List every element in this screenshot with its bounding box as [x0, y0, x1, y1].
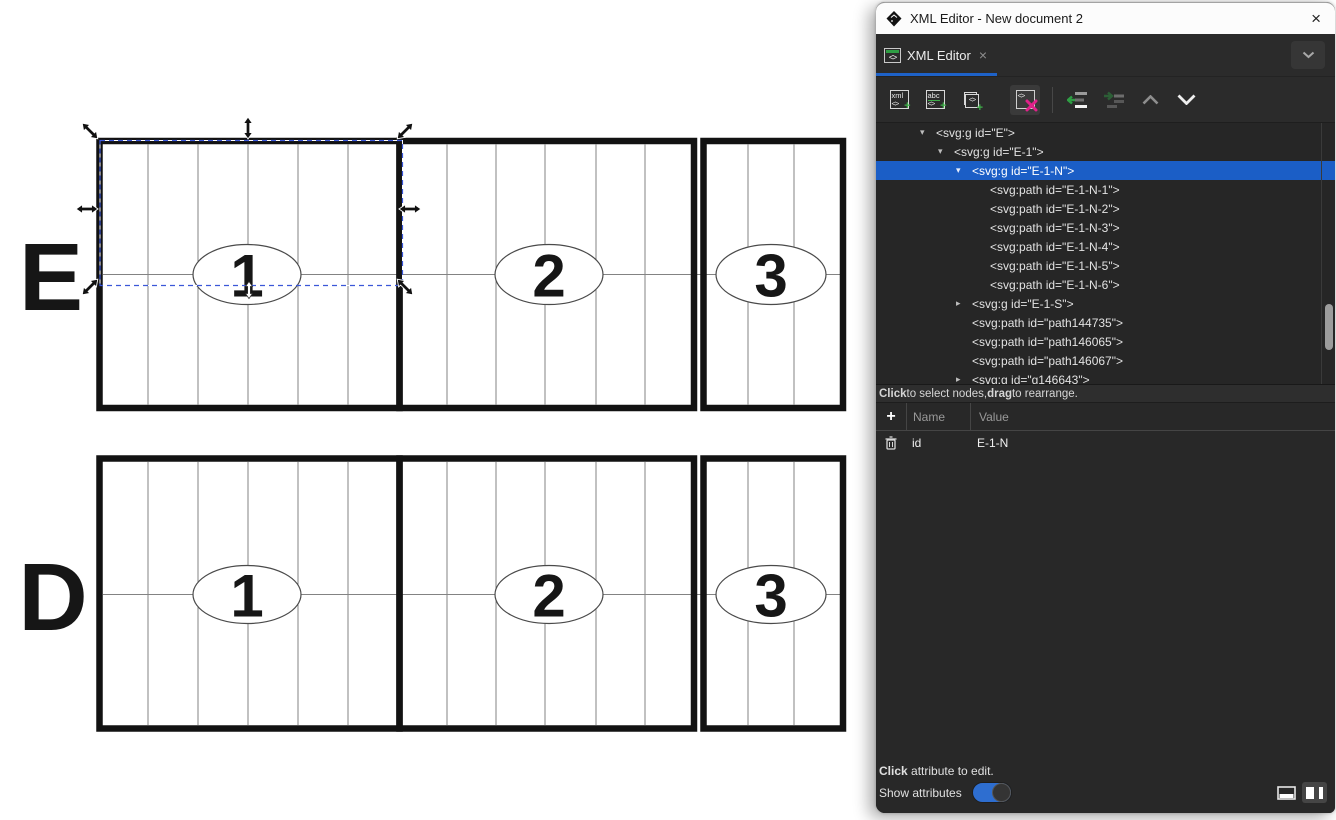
expander-closed-icon[interactable]: ▸ — [956, 298, 972, 309]
layout-rows-icon — [1277, 786, 1296, 800]
indent-node-icon — [1103, 91, 1125, 109]
tree-node-path-146067[interactable]: <svg:path id="path146067"> — [876, 351, 1335, 370]
drawing-canvas[interactable]: 1 2 3 1 2 3 E D — [0, 0, 876, 820]
dialog-title: XML Editor - New document 2 — [910, 11, 1309, 26]
tree-node-path-E-1-N-6[interactable]: <svg:path id="E-1-N-6"> — [876, 275, 1335, 294]
new-text-node-icon: abc <> + — [926, 90, 945, 109]
attribute-value[interactable]: E-1-N — [969, 436, 1335, 450]
move-node-up-button[interactable] — [1135, 85, 1165, 115]
attribute-hint: Click attribute to edit. — [879, 764, 1327, 778]
add-attribute-button[interactable]: + — [876, 403, 907, 430]
tree-node-g-E-1-S[interactable]: ▸ <svg:g id="E-1-S"> — [876, 294, 1335, 313]
xml-editor-dialog: XML Editor - New document 2 × <> XML Edi… — [876, 2, 1335, 813]
tree-hint-bar: Click to select nodes, drag to rearrange… — [876, 385, 1335, 403]
tree-node-path-E-1-N-4[interactable]: <svg:path id="E-1-N-4"> — [876, 237, 1335, 256]
dialog-footer: Click attribute to edit. Show attributes — [876, 760, 1335, 813]
attribute-name-header: Name — [907, 403, 971, 430]
row-e-cell-2-number: 2 — [532, 243, 565, 310]
tab-list-dropdown-button[interactable] — [1291, 41, 1325, 69]
row-e-labels[interactable]: 1 2 3 — [193, 243, 826, 310]
new-element-node-icon: xml <> + — [890, 90, 909, 109]
expander-open-icon[interactable]: ▾ — [920, 127, 936, 138]
show-attributes-label: Show attributes — [879, 786, 962, 800]
row-d-letter[interactable]: D — [18, 544, 87, 651]
dialog-titlebar[interactable]: XML Editor - New document 2 × — [876, 2, 1335, 34]
row-d-cell-3-number: 3 — [754, 563, 787, 630]
layout-columns-icon — [1305, 786, 1324, 800]
tree-node-path-146065[interactable]: <svg:path id="path146065"> — [876, 332, 1335, 351]
expander-closed-icon[interactable]: ▸ — [956, 374, 972, 385]
delete-attribute-button[interactable] — [876, 436, 906, 450]
tree-node-g-E[interactable]: ▾ <svg:g id="E"> — [876, 123, 1335, 142]
show-attributes-toggle[interactable] — [972, 782, 1012, 803]
row-d-cell-1-number: 1 — [230, 563, 263, 630]
dialog-tabbar: <> XML Editor × — [876, 34, 1335, 77]
indent-node-button[interactable] — [1099, 85, 1129, 115]
attribute-row-id[interactable]: id E-1-N — [876, 431, 1335, 454]
toggle-knob — [992, 783, 1011, 802]
tree-scrollbar[interactable] — [1321, 123, 1335, 384]
tab-label: XML Editor — [907, 48, 971, 63]
attributes-empty-area — [876, 454, 1335, 760]
expander-open-icon[interactable]: ▾ — [956, 165, 972, 176]
row-d-cell-2-number: 2 — [532, 563, 565, 630]
new-text-node-button[interactable]: abc <> + — [920, 85, 950, 115]
row-e-cell-3-number: 3 — [754, 243, 787, 310]
duplicate-node-button[interactable]: <> + — [956, 85, 986, 115]
close-window-button[interactable]: × — [1309, 10, 1323, 27]
xml-editor-tab-icon: <> — [884, 48, 901, 63]
chevron-down-icon — [1302, 51, 1315, 59]
tree-node-path-E-1-N-2[interactable]: <svg:path id="E-1-N-2"> — [876, 199, 1335, 218]
unindent-node-icon — [1067, 91, 1089, 109]
delete-node-button[interactable]: <> — [1010, 85, 1040, 115]
attribute-value-header: Value — [971, 410, 1335, 424]
unindent-node-button[interactable] — [1063, 85, 1093, 115]
tree-node-path-144735[interactable]: <svg:path id="path144735"> — [876, 313, 1335, 332]
toolbar-separator — [1052, 87, 1053, 113]
tab-close-icon[interactable]: × — [979, 47, 987, 63]
attributes-header: + Name Value — [876, 403, 1335, 431]
duplicate-node-icon: <> + — [960, 89, 982, 111]
selection-handle-n[interactable] — [244, 117, 253, 139]
selection-handle-w[interactable] — [76, 205, 98, 214]
selection-handle-nw[interactable] — [79, 120, 101, 142]
tree-scrollbar-thumb[interactable] — [1325, 304, 1333, 350]
chevron-up-icon — [1142, 95, 1159, 105]
move-node-down-button[interactable] — [1171, 85, 1201, 115]
tab-xml-editor[interactable]: <> XML Editor × — [876, 34, 997, 76]
tree-node-g-E-1-N-selected[interactable]: ▾ <svg:g id="E-1-N"> — [876, 161, 1335, 180]
xml-toolbar: xml <> + abc <> + <> + — [876, 77, 1335, 123]
trash-icon — [885, 436, 897, 450]
layout-vertical-button[interactable] — [1302, 782, 1327, 803]
tree-node-g-146643[interactable]: ▸ <svg:g id="g146643"> — [876, 370, 1335, 385]
inkscape-screen: 1 2 3 1 2 3 E D — [0, 0, 1336, 820]
expander-open-icon[interactable]: ▾ — [938, 146, 954, 157]
delete-node-icon: <> — [1016, 90, 1035, 109]
attribute-name[interactable]: id — [906, 436, 969, 450]
tree-node-path-E-1-N-1[interactable]: <svg:path id="E-1-N-1"> — [876, 180, 1335, 199]
tree-node-path-E-1-N-5[interactable]: <svg:path id="E-1-N-5"> — [876, 256, 1335, 275]
layout-horizontal-button[interactable] — [1274, 782, 1299, 803]
new-element-node-button[interactable]: xml <> + — [884, 85, 914, 115]
row-d-labels[interactable]: 1 2 3 — [193, 563, 826, 630]
xml-node-tree: ▾ <svg:g id="E"> ▾ <svg:g id="E-1"> ▾ <s… — [876, 123, 1335, 385]
tree-node-path-E-1-N-3[interactable]: <svg:path id="E-1-N-3"> — [876, 218, 1335, 237]
chevron-down-icon — [1177, 94, 1196, 105]
inkscape-logo-icon — [886, 11, 902, 27]
tree-node-g-E-1[interactable]: ▾ <svg:g id="E-1"> — [876, 142, 1335, 161]
row-e-cell-1-number: 1 — [230, 243, 263, 310]
row-e-letter[interactable]: E — [19, 224, 83, 331]
